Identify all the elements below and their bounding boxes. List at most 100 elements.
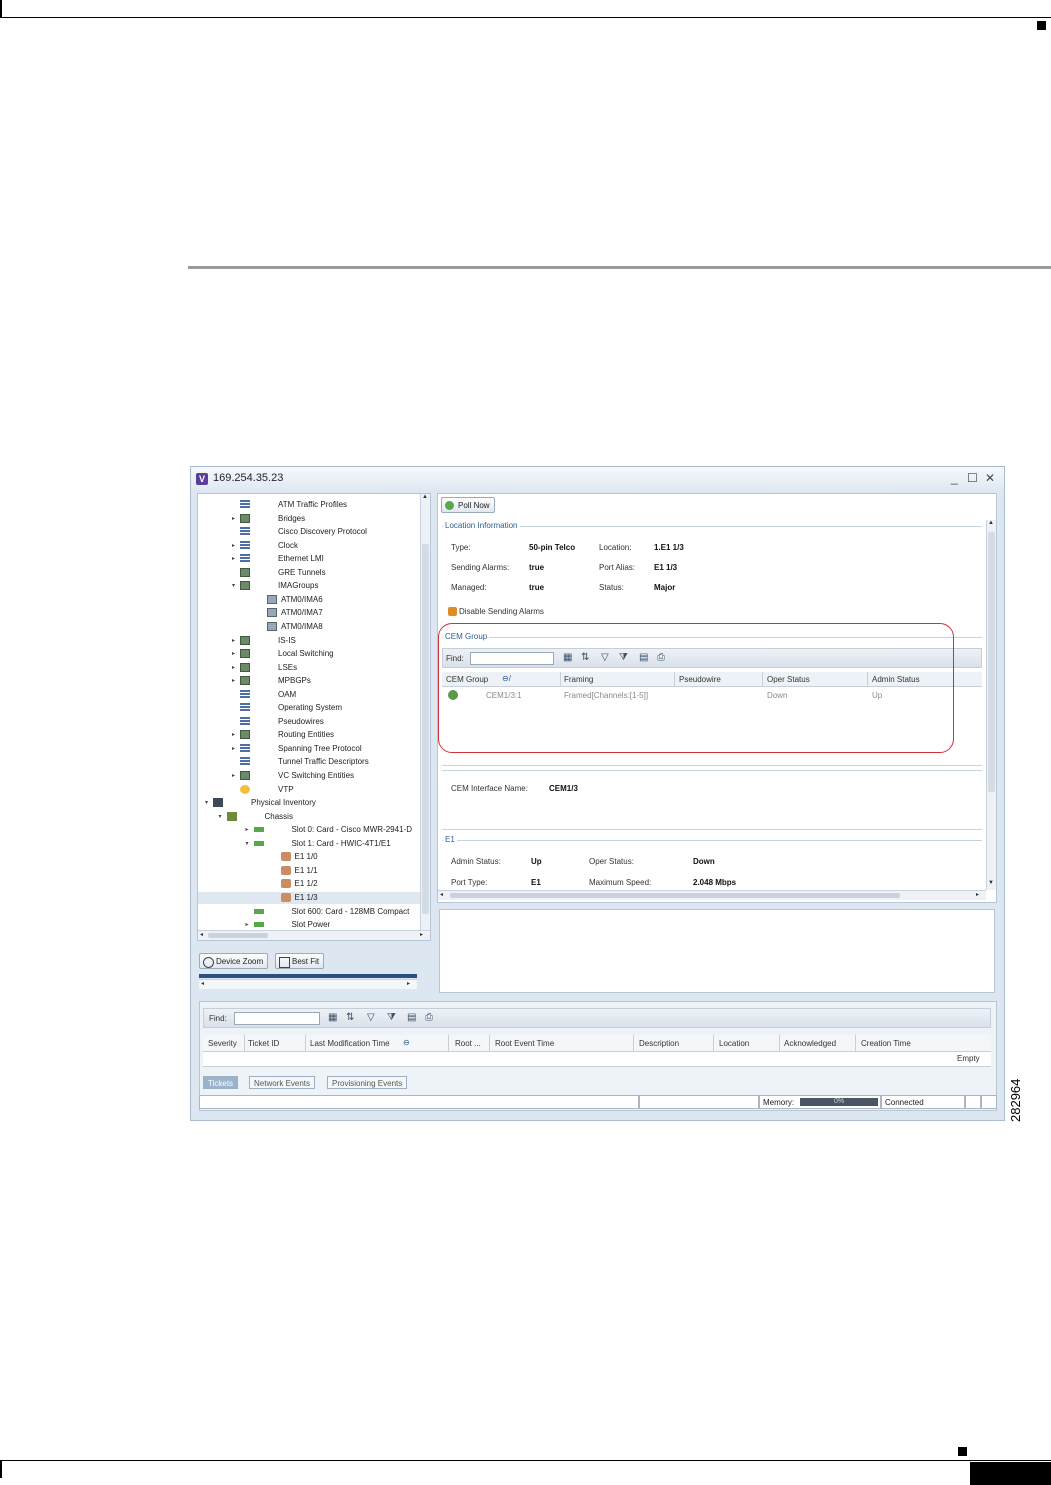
tab-provisioning-events[interactable]: Provisioning Events <box>327 1076 408 1089</box>
collapse-arrow-icon[interactable]: ▾ <box>246 840 249 847</box>
tree-item[interactable]: ▸ LSEs <box>198 662 420 674</box>
collapse-arrow-icon[interactable]: ▾ <box>219 813 222 820</box>
details-scroll-left-icon[interactable]: ◂ <box>440 891 443 898</box>
tree-item[interactable]: ▸ Slot Power <box>198 919 420 930</box>
overview-slider-track[interactable] <box>199 974 417 978</box>
expand-arrow-icon[interactable]: ▸ <box>232 515 235 522</box>
best-fit-button[interactable]: Best Fit <box>275 953 325 969</box>
tree-scroll-thumb[interactable] <box>422 544 429 914</box>
collapse-arrow-icon[interactable]: ▾ <box>232 582 235 589</box>
expand-arrow-icon[interactable]: ▸ <box>232 664 235 671</box>
device-zoom-button[interactable]: Device Zoom <box>199 953 269 969</box>
maximize-button[interactable]: ☐ <box>967 471 978 485</box>
tree-item[interactable]: Cisco Discovery Protocol <box>198 526 420 538</box>
expand-arrow-icon[interactable]: ▸ <box>246 921 249 928</box>
expand-arrow-icon[interactable]: ▸ <box>232 745 235 752</box>
expand-arrow-icon[interactable]: ▸ <box>246 826 249 833</box>
tree-item[interactable]: ▾ Chassis <box>198 811 420 823</box>
tree-vertical-scrollbar[interactable]: ▲ <box>420 494 430 930</box>
tree-item[interactable]: ATM0/IMA6 <box>198 594 420 606</box>
close-button[interactable]: ✕ <box>985 471 995 485</box>
tree-item[interactable]: OAM <box>198 689 420 701</box>
tickets-sort-indicator-icon[interactable]: ⊖ <box>403 1038 410 1047</box>
tree-item[interactable]: ▸ Bridges <box>198 513 420 525</box>
expand-arrow-icon[interactable]: ▸ <box>232 637 235 644</box>
tickets-advanced-filter-icon[interactable]: ⧩ <box>387 1012 396 1023</box>
expand-arrow-icon[interactable]: ▸ <box>232 731 235 738</box>
tickets-table-settings-icon[interactable]: ▦ <box>328 1012 337 1023</box>
details-scroll-thumb[interactable] <box>988 532 995 792</box>
tree-item[interactable]: ATM Traffic Profiles <box>198 499 420 511</box>
tree-item[interactable]: E1 1/0 <box>198 851 420 863</box>
sending-alarms-label: Sending Alarms: <box>451 563 510 572</box>
tree-hscroll-thumb[interactable] <box>208 933 268 938</box>
tree-item[interactable]: ▸ Slot 0: Card - Cisco MWR-2941-D <box>198 824 420 836</box>
tickets-export-icon[interactable]: ▤ <box>407 1012 416 1023</box>
disable-sending-alarms-link[interactable]: Disable Sending Alarms <box>448 607 544 616</box>
tree-item[interactable]: ▸ Spanning Tree Protocol <box>198 743 420 755</box>
expand-arrow-icon[interactable]: ▸ <box>232 772 235 779</box>
overview-scrollbar[interactable]: ◂ ▸ <box>199 979 417 989</box>
tree-item[interactable]: ▸ MPBGPs <box>198 675 420 687</box>
tab-network-events[interactable]: Network Events <box>249 1076 316 1089</box>
tree-item[interactable]: ▾ Slot 1: Card - HWIC-4T1/E1 <box>198 838 420 850</box>
tree-item[interactable]: GRE Tunnels <box>198 567 420 579</box>
tree-item-label: Chassis <box>264 811 293 821</box>
tree-horizontal-scrollbar[interactable]: ◂ ▸ <box>198 930 430 940</box>
minimize-button[interactable]: _ <box>951 471 958 485</box>
tickets-toolbar: Find: ▦ ⇅ ▽ ⧩ ▤ ⎙ <box>203 1008 991 1028</box>
tree-item[interactable]: Slot 600: Card - 128MB Compact <box>198 906 420 918</box>
tree-item[interactable]: ▾ IMAGroups <box>198 580 420 592</box>
tree-item[interactable]: Operating System <box>198 702 420 714</box>
column-root[interactable]: Root ... <box>455 1039 481 1048</box>
tree-item[interactable]: ▸ Ethernet LMI <box>198 553 420 565</box>
page-corner-mark <box>0 0 2 18</box>
overview-right-arrow-icon[interactable]: ▸ <box>407 980 410 987</box>
expand-arrow-icon[interactable]: ▸ <box>232 555 235 562</box>
tree-item[interactable]: Tunnel Traffic Descriptors <box>198 756 420 768</box>
collapse-arrow-icon[interactable]: ▾ <box>205 799 208 806</box>
tickets-find-input[interactable] <box>234 1012 320 1025</box>
details-scroll-right-icon[interactable]: ▸ <box>976 891 979 898</box>
column-severity[interactable]: Severity <box>208 1039 237 1048</box>
tickets-filter-icon[interactable]: ▽ <box>367 1012 375 1023</box>
expand-arrow-icon[interactable]: ▸ <box>232 677 235 684</box>
tree-item[interactable]: ▾ Physical Inventory <box>198 797 420 809</box>
tree-item[interactable]: Pseudowires <box>198 716 420 728</box>
column-last-modification-time[interactable]: Last Modification Time <box>310 1039 390 1048</box>
column-ticket-id[interactable]: Ticket ID <box>248 1039 279 1048</box>
tree-item-label: GRE Tunnels <box>278 567 326 577</box>
column-creation-time[interactable]: Creation Time <box>861 1039 911 1048</box>
expand-arrow-icon[interactable]: ▸ <box>232 650 235 657</box>
column-root-event-time[interactable]: Root Event Time <box>495 1039 554 1048</box>
tree-item[interactable]: ATM0/IMA8 <box>198 621 420 633</box>
tree-item[interactable]: ATM0/IMA7 <box>198 607 420 619</box>
expand-arrow-icon[interactable]: ▸ <box>232 542 235 549</box>
tree-item-label: Local Switching <box>278 649 334 659</box>
tree-item[interactable]: ▸ Routing Entities <box>198 729 420 741</box>
tree-item[interactable]: E1 1/2 <box>198 878 420 890</box>
tickets-print-icon[interactable]: ⎙ <box>425 1012 433 1023</box>
tree-item[interactable]: ▸ Local Switching <box>198 648 420 660</box>
details-hscroll-thumb[interactable] <box>450 893 900 898</box>
details-vertical-scrollbar[interactable]: ▲ ▼ <box>986 520 996 890</box>
details-scroll-down-icon[interactable]: ▼ <box>988 880 994 886</box>
details-scroll-up-icon[interactable]: ▲ <box>988 520 994 526</box>
details-horizontal-scrollbar[interactable]: ◂ ▸ <box>438 890 986 900</box>
tree-item[interactable]: ▸ VC Switching Entities <box>198 770 420 782</box>
overview-left-arrow-icon[interactable]: ◂ <box>201 980 204 987</box>
tab-tickets[interactable]: Tickets <box>203 1076 239 1089</box>
column-acknowledged[interactable]: Acknowledged <box>784 1039 836 1048</box>
tickets-sort-icon[interactable]: ⇅ <box>346 1012 354 1023</box>
tree-item[interactable]: E1 1/3 <box>198 891 420 904</box>
tree-item[interactable]: ▸ IS-IS <box>198 635 420 647</box>
poll-now-button[interactable]: Poll Now <box>441 497 495 513</box>
column-location[interactable]: Location <box>719 1039 749 1048</box>
scroll-left-arrow-icon[interactable]: ◂ <box>200 931 203 938</box>
tree-item[interactable]: E1 1/1 <box>198 865 420 877</box>
scroll-up-arrow-icon[interactable]: ▲ <box>422 494 428 500</box>
tree-item[interactable]: VTP <box>198 784 420 796</box>
tree-item[interactable]: ▸ Clock <box>198 540 420 552</box>
scroll-right-arrow-icon[interactable]: ▸ <box>420 931 423 938</box>
column-description[interactable]: Description <box>639 1039 679 1048</box>
